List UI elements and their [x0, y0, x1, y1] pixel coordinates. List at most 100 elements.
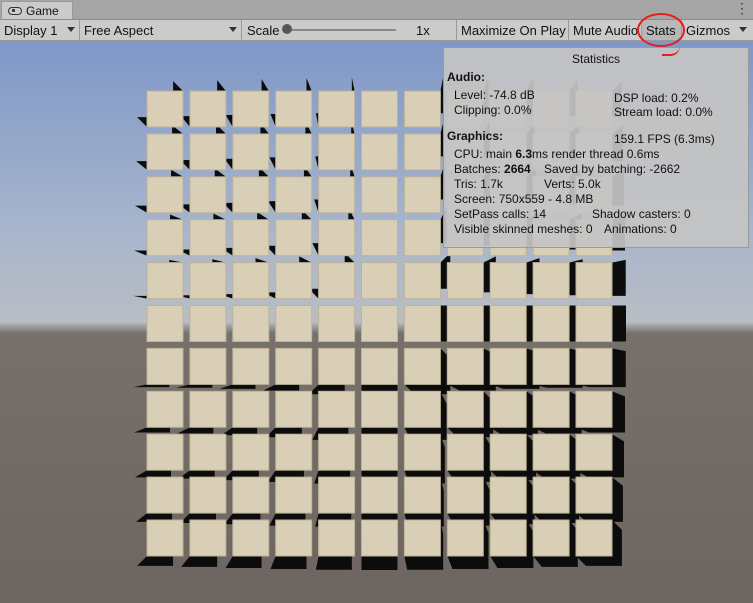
- cube: [275, 305, 313, 342]
- mute-audio-button[interactable]: Mute Audio: [569, 20, 642, 40]
- cube: [532, 433, 570, 471]
- cube: [403, 305, 441, 342]
- cube: [575, 519, 613, 557]
- cube: [446, 305, 484, 342]
- cube: [318, 176, 356, 214]
- cube: [189, 176, 227, 214]
- animations-readout: Animations: 0: [604, 222, 677, 236]
- cube: [189, 433, 227, 471]
- cube: [189, 262, 227, 300]
- cube: [446, 347, 484, 385]
- cube: [489, 262, 527, 300]
- cube: [446, 390, 484, 428]
- cube: [575, 390, 613, 428]
- cube: [446, 519, 484, 557]
- cube: [403, 176, 441, 214]
- scale-value: 1x: [416, 22, 430, 38]
- cube: [489, 519, 527, 557]
- cube: [232, 90, 270, 128]
- graphics-header: Graphics:: [447, 129, 504, 143]
- aspect-dropdown[interactable]: Free Aspect: [80, 20, 242, 40]
- cube: [275, 133, 313, 171]
- shadow-casters-readout: Shadow casters: 0: [592, 207, 691, 221]
- cube: [532, 305, 570, 342]
- cube: [403, 519, 441, 557]
- cube: [146, 133, 184, 171]
- cube: [318, 305, 356, 342]
- cube: [232, 390, 270, 428]
- cube: [318, 262, 356, 300]
- cube: [403, 347, 441, 385]
- cube: [489, 305, 527, 342]
- cube: [446, 433, 484, 471]
- more-options-icon[interactable]: ⋮: [735, 1, 749, 15]
- tab-game-label: Game: [26, 3, 59, 18]
- cpu-main-value: 6.3: [515, 147, 533, 161]
- cube: [146, 390, 184, 428]
- cube: [446, 476, 484, 514]
- cube: [275, 90, 313, 128]
- cube: [403, 476, 441, 514]
- cube: [361, 90, 398, 128]
- cube: [361, 347, 398, 385]
- dsp-load: DSP load: 0.2%: [614, 91, 699, 105]
- statistics-title: Statistics: [571, 52, 620, 66]
- audio-header: Audio:: [447, 70, 485, 84]
- scale-control: Scale 1x: [242, 20, 457, 40]
- cube: [189, 390, 227, 428]
- chevron-down-icon: [739, 27, 747, 32]
- stream-load: Stream load: 0.0%: [614, 105, 713, 119]
- cube: [189, 305, 227, 342]
- cube: [146, 519, 184, 557]
- cube: [232, 133, 270, 171]
- gizmos-label: Gizmos: [686, 22, 731, 38]
- cube: [275, 390, 313, 428]
- cube: [361, 519, 398, 557]
- gamepad-icon: [8, 6, 22, 15]
- gizmos-dropdown[interactable]: Gizmos: [682, 20, 753, 40]
- chevron-down-icon: [229, 27, 237, 32]
- cube: [146, 305, 184, 342]
- cube: [189, 219, 227, 257]
- cube: [532, 347, 570, 385]
- cube: [532, 519, 570, 557]
- aspect-dropdown-label: Free Aspect: [84, 22, 154, 38]
- cube: [146, 476, 184, 514]
- cpu-readout: CPU: main 6.3ms render thread 0.6ms: [454, 147, 659, 161]
- cube: [575, 347, 613, 385]
- cube: [403, 133, 441, 171]
- cube: [232, 262, 270, 300]
- maximize-on-play-button[interactable]: Maximize On Play: [457, 20, 569, 40]
- display-dropdown-label: Display 1: [4, 22, 58, 38]
- cube: [318, 519, 356, 557]
- cube: [575, 433, 613, 471]
- scale-label: Scale: [247, 22, 280, 38]
- cube: [189, 133, 227, 171]
- cube: [575, 305, 613, 342]
- cube: [275, 219, 313, 257]
- cube: [361, 219, 398, 257]
- cube: [403, 433, 441, 471]
- display-dropdown[interactable]: Display 1: [0, 20, 80, 40]
- tab-game[interactable]: Game: [1, 1, 73, 19]
- cube: [403, 262, 441, 300]
- cube: [232, 433, 270, 471]
- cube: [189, 476, 227, 514]
- cube: [189, 347, 227, 385]
- cube: [361, 262, 398, 300]
- scale-slider-track[interactable]: [286, 29, 396, 31]
- cube: [189, 519, 227, 557]
- cube: [403, 390, 441, 428]
- cube: [146, 219, 184, 257]
- scale-slider-handle[interactable]: [282, 24, 292, 34]
- cube: [361, 476, 398, 514]
- cube: [232, 305, 270, 342]
- cube: [403, 219, 441, 257]
- saved-by-batching: Saved by batching: -2662: [544, 162, 681, 176]
- screen-readout: Screen: 750x559 - 4.8 MB: [454, 192, 594, 206]
- cube: [318, 347, 356, 385]
- chevron-down-icon: [67, 27, 75, 32]
- cube: [275, 176, 313, 214]
- cube: [275, 262, 313, 300]
- cube: [318, 476, 356, 514]
